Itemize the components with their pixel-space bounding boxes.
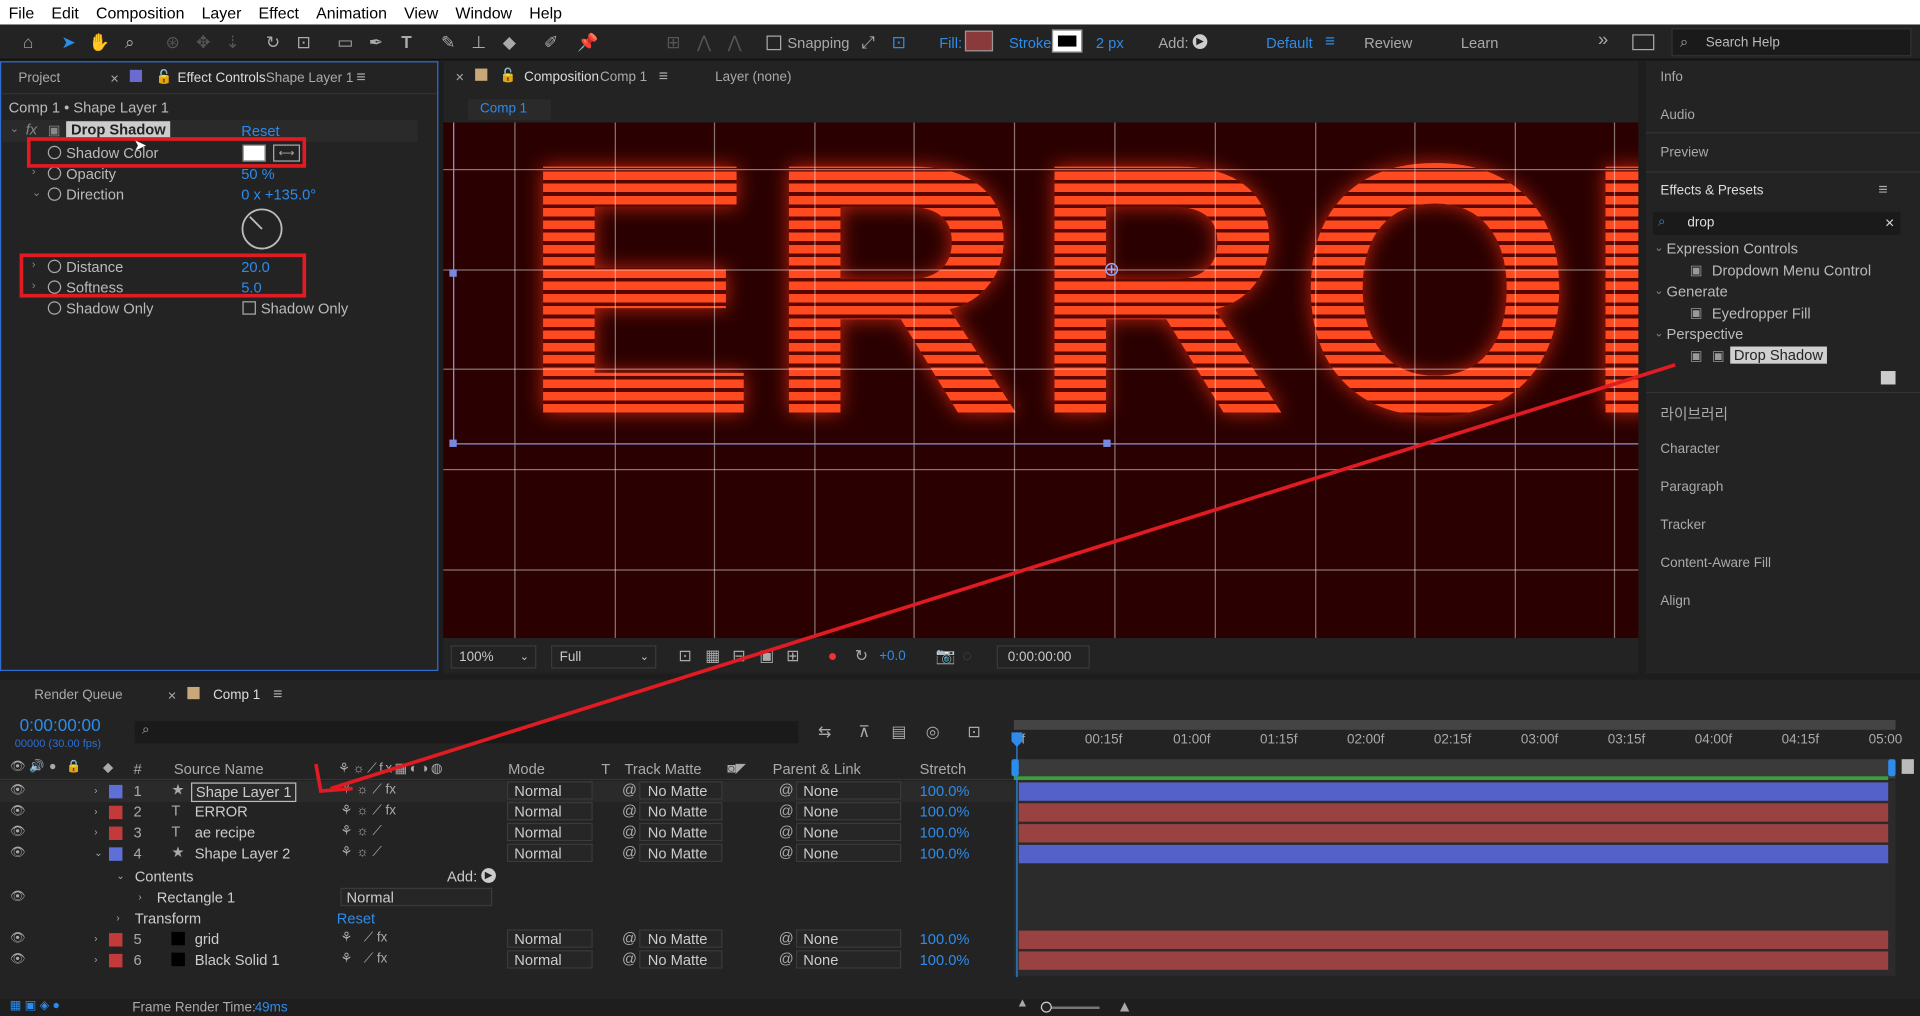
- annotation-arrow: [314, 363, 1676, 793]
